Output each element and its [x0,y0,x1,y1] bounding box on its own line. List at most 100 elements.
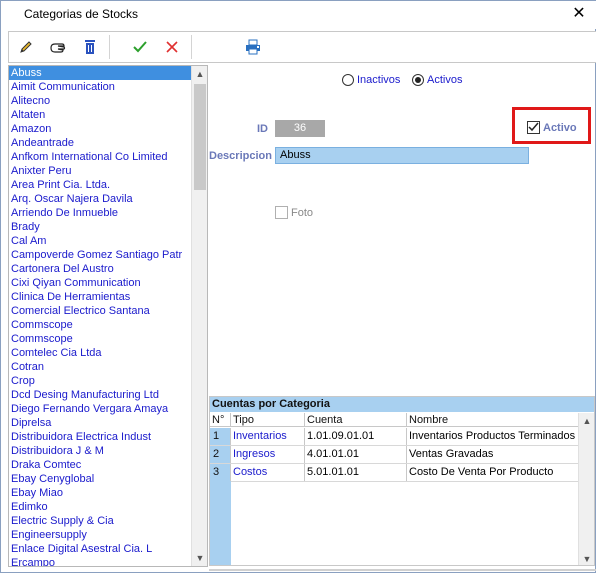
cell-cuenta: 1.01.09.01.01 [305,428,407,445]
id-field: 36 [275,120,325,137]
toolbar-separator [109,35,110,59]
list-item[interactable]: Enlace Digital Asestral Cia. L [9,542,193,556]
toolbar-separator [191,35,192,59]
cell-cuenta: 4.01.01.01 [305,446,407,463]
category-list-items: Abuss Aimit Communication Alitecno Altaten A… [9,66,193,566]
list-item[interactable]: Campoverde Gomez Santiago Patr [9,248,193,262]
list-scrollbar[interactable]: ▲ ▼ [191,66,207,566]
header-n[interactable]: N° [210,413,231,427]
list-item[interactable]: Clinica De Herramientas [9,290,193,304]
category-list[interactable]: Abuss Aimit Communication Alitecno Altaten A… [8,65,208,567]
list-item[interactable]: Draka Comtec [9,458,193,472]
list-item[interactable]: Cal Am [9,234,193,248]
cancel-x-icon [166,41,178,53]
list-item[interactable]: Diprelsa [9,416,193,430]
edit-button[interactable] [13,34,39,60]
table-row[interactable]: 2 Ingresos 4.01.01.01 Ventas Gravadas [210,446,594,464]
list-item[interactable]: Dcd Desing Manufacturing Ltd [9,388,193,402]
activo-label: Activo [543,121,577,134]
cell-nombre: Inventarios Productos Terminados [407,428,579,445]
list-item[interactable]: Distribuidora Electrica Indust [9,430,193,444]
cell-tipo: Costos [231,464,305,481]
title-bar: Categorias de Stocks ✕ [1,1,596,29]
list-item[interactable]: Anfkom International Co Limited [9,150,193,164]
list-item[interactable]: Aimit Communication [9,80,193,94]
activo-check-icon [527,121,540,134]
grid-scroll-up-icon[interactable]: ▲ [579,413,594,429]
activo-checkbox[interactable]: Activo [527,121,577,134]
cell-n: 1 [210,428,231,445]
list-item[interactable]: Comercial Electrico Santana [9,304,193,318]
edit-pencil-icon [20,41,32,53]
grid-scrollbar[interactable]: ▲ ▼ [578,413,594,565]
categorias-window: Categorias de Stocks ✕ Abuss Aimit Commun… [0,0,596,573]
description-input[interactable]: Abuss [275,147,529,164]
cell-tipo: Inventarios [231,428,305,445]
list-item[interactable]: Crop [9,374,193,388]
cell-tipo: Ingresos [231,446,305,463]
list-item[interactable]: Andeantrade [9,136,193,150]
header-tipo[interactable]: Tipo [231,413,305,427]
list-item[interactable]: Engineersupply [9,528,193,542]
list-item[interactable]: Arriendo De Inmueble [9,206,193,220]
list-item[interactable]: Arq. Oscar Najera Davila [9,192,193,206]
list-item[interactable]: Abuss [9,66,193,80]
header-cuenta[interactable]: Cuenta [305,413,407,427]
radio-activos-label: Activos [427,74,463,86]
grid-title: Cuentas por Categoria [210,397,594,412]
scroll-down-icon[interactable]: ▼ [192,550,207,566]
list-item[interactable]: Edimko [9,500,193,514]
delete-button[interactable] [77,34,103,60]
grid-scroll-down-icon[interactable]: ▼ [579,551,594,565]
cell-nombre: Ventas Gravadas [407,446,579,463]
print-report-icon [246,39,260,55]
accept-button[interactable] [127,34,153,60]
accounts-grid: Cuentas por Categoria N° Tipo Cuenta Nom… [209,396,595,566]
list-item[interactable]: Cixi Qiyan Communication [9,276,193,290]
header-nombre[interactable]: Nombre [407,413,579,427]
table-row[interactable]: 1 Inventarios 1.01.09.01.01 Inventarios Pro… [210,428,594,446]
radio-activos[interactable]: Activos [412,74,462,86]
list-item[interactable]: Distribuidora J & M [9,444,193,458]
list-item[interactable]: Ercampo [9,556,193,566]
cell-n: 2 [210,446,231,463]
list-item[interactable]: Ebay Cenyglobal [9,472,193,486]
list-item[interactable]: Diego Fernando Vergara Amaya [9,402,193,416]
print-button[interactable] [241,34,267,60]
cell-n: 3 [210,464,231,481]
scroll-up-icon[interactable]: ▲ [192,66,207,82]
radio-inactivos[interactable]: Inactivos [342,74,400,86]
radio-inactivos-circle [342,74,354,86]
radio-activos-circle [412,74,424,86]
list-item[interactable]: Amazon [9,122,193,136]
list-item[interactable]: Ebay Miao [9,486,193,500]
accept-check-icon [133,41,147,53]
delete-trash-icon [85,40,95,54]
list-item[interactable]: Anixter Peru [9,164,193,178]
list-item[interactable]: Electric Supply & Cia [9,514,193,528]
list-item[interactable]: Commscope [9,332,193,346]
row-number-column [210,481,231,565]
cancel-button[interactable] [159,34,185,60]
list-item[interactable]: Commscope [9,318,193,332]
grid-header: N° Tipo Cuenta Nombre [210,413,594,427]
table-row[interactable]: 3 Costos 5.01.01.01 Costo De Venta Por Prod… [210,464,594,482]
list-item[interactable]: Altaten [9,108,193,122]
window-title: Categorias de Stocks [24,7,139,21]
cell-cuenta: 5.01.01.01 [305,464,407,481]
description-label: Descripcion [209,150,272,162]
foto-check-icon [275,206,288,219]
list-item[interactable]: Area Print Cia. Ltda. [9,178,193,192]
search-hand-icon [50,43,66,53]
radio-inactivos-label: Inactivos [357,74,401,86]
scroll-thumb[interactable] [194,84,206,190]
list-item[interactable]: Alitecno [9,94,193,108]
list-item[interactable]: Comtelec Cia Ltda [9,346,193,360]
search-button[interactable] [45,34,71,60]
toolbar [8,31,596,63]
list-item[interactable]: Brady [9,220,193,234]
close-button[interactable]: ✕ [561,1,596,29]
list-item[interactable]: Cartonera Del Austro [9,262,193,276]
list-item[interactable]: Cotran [9,360,193,374]
foto-checkbox[interactable]: Foto [275,206,313,219]
